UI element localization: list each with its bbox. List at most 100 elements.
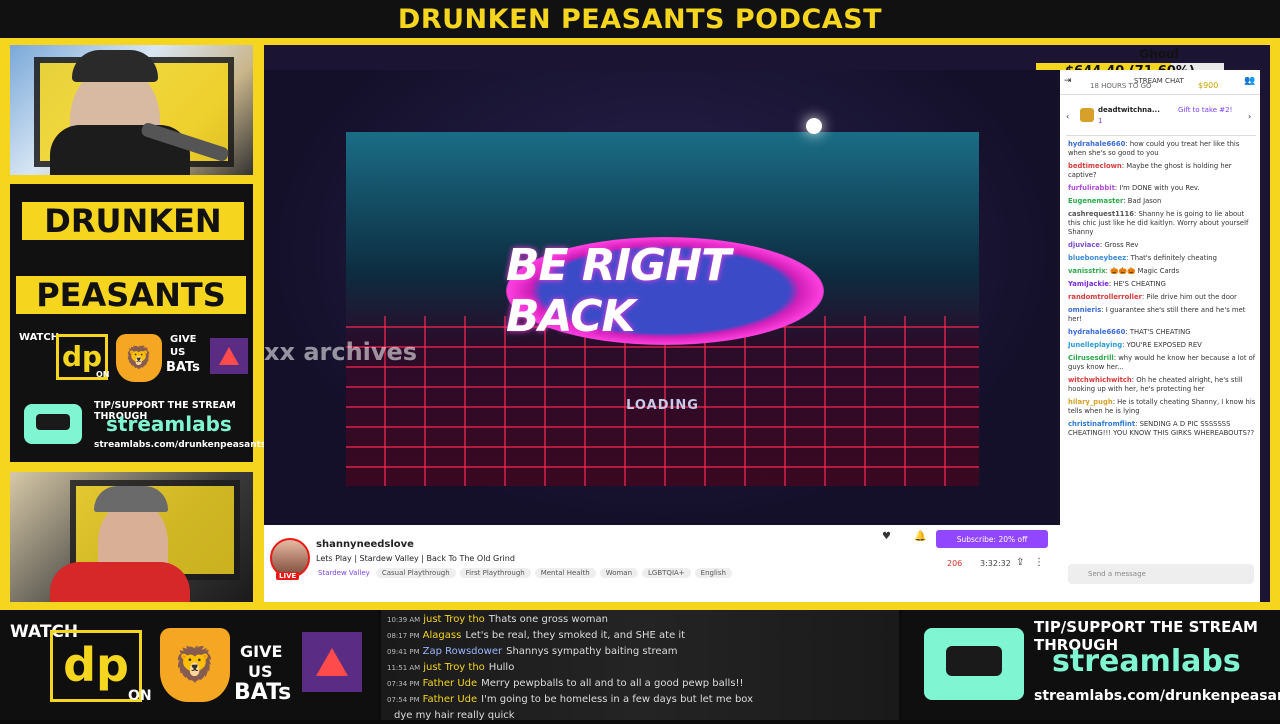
share-icon[interactable]: ⇪ — [1016, 557, 1024, 568]
chat-text: THAT'S CHEATING — [1129, 328, 1191, 336]
chat-username[interactable]: djuviace — [1068, 241, 1100, 249]
chat-input-placeholder: Send a message — [1088, 570, 1146, 578]
chat-text: Gross Rev — [1104, 241, 1139, 249]
bottom-bar: WATCH dp ON 🦁 GIVE US BATs 10:39 AM just … — [0, 610, 1280, 721]
streamlabs-url-large[interactable]: streamlabs.com/drunkenpeasants — [1034, 688, 1280, 704]
bottom-chat-text: Merry pewpballs to all and to all a good… — [481, 678, 744, 689]
chat-username[interactable]: YamiJackie — [1068, 280, 1109, 288]
chat-message: Junelleplaying: YOU'RE EXPOSED REV — [1068, 341, 1202, 349]
brb-badge: BE RIGHT BACK — [506, 237, 824, 345]
collapse-icon[interactable]: ⇥ — [1064, 74, 1072, 88]
webcam-host-1 — [10, 45, 253, 175]
goal-title: Ghoul — [1139, 47, 1179, 61]
chat-messages: hydrahale6660: how could you treat her l… — [1068, 140, 1256, 442]
chat-input[interactable]: Send a message — [1068, 564, 1254, 584]
on-label: ON — [96, 370, 110, 379]
chat-message: hydrahale6660: how could you treat her l… — [1068, 140, 1240, 157]
stream-info-bar: LIVE shannyneedslove Lets Play | Stardew… — [264, 525, 1060, 602]
chevron-left-icon[interactable]: ‹ — [1066, 112, 1069, 121]
more-icon[interactable]: ⋮ — [1034, 557, 1044, 568]
stream-player[interactable]: BE RIGHT BACK LOADING xx archives — [264, 70, 1060, 525]
goal-max: $900 — [1198, 81, 1219, 90]
streamlabs-wordmark: streamlabs — [106, 412, 232, 436]
pinned-user[interactable]: deadtwitchna... — [1098, 106, 1160, 114]
chat-username[interactable]: Cilrusesdrill — [1068, 354, 1114, 362]
chat-message: hydrahale6660: THAT'S CHEATING — [1068, 328, 1191, 336]
game-link[interactable]: Stardew Valley — [316, 568, 372, 578]
chat-username[interactable]: furfulirabbit — [1068, 184, 1115, 192]
bottom-chat-time: 07:34 PM — [387, 680, 420, 688]
tag[interactable]: First Playthrough — [459, 568, 531, 578]
chat-text: YOU'RE EXPOSED REV — [1126, 341, 1202, 349]
chat-message: randomtrollerroller: Pile drive him out … — [1068, 293, 1237, 301]
bottom-chat-row: 11:51 AM just Troy tho Hullo — [387, 660, 893, 676]
chat-username[interactable]: Eugenemaster — [1068, 197, 1123, 205]
chat-username[interactable]: hydrahale6660 — [1068, 328, 1125, 336]
bottom-chat-time: 08:17 PM — [387, 632, 420, 640]
bat-token-large-icon — [302, 632, 362, 692]
chat-username[interactable]: Junelleplaying — [1068, 341, 1122, 349]
chevron-right-icon[interactable]: › — [1248, 112, 1251, 121]
gift-label[interactable]: Gift to take #2! — [1178, 106, 1232, 114]
tag[interactable]: Casual Playthrough — [375, 568, 456, 578]
chat-username[interactable]: hydrahale6660 — [1068, 140, 1125, 148]
subscribe-button[interactable]: Subscribe: 20% off — [936, 530, 1048, 548]
bottom-chat-row: 07:34 PM Father Ude Merry pewpballs to all… — [387, 676, 893, 692]
chat-username[interactable]: bedtimeclown — [1068, 162, 1122, 170]
chat-username[interactable]: omnieris — [1068, 306, 1101, 314]
chat-message: witchwhichwitch: Oh he cheated alright, … — [1068, 376, 1243, 393]
gift-icon — [1080, 108, 1094, 122]
chat-username[interactable]: witchwhichwitch — [1068, 376, 1132, 384]
bottom-chat-user: just Troy tho — [423, 614, 485, 625]
us-label-large: US — [248, 662, 273, 681]
bottom-chat-text: Shannys sympathy baiting stream — [506, 646, 678, 657]
bottom-chat-row: 10:39 AM just Troy tho Thats one gross wom… — [387, 612, 893, 628]
title-bar: DRUNKEN PEASANTS PODCAST — [0, 0, 1280, 38]
chat-username[interactable]: hilary_pugh — [1068, 398, 1113, 406]
chat-message: YamiJackie: HE'S CHEATING — [1068, 280, 1166, 288]
chat-username[interactable]: vanisstrix — [1068, 267, 1106, 275]
streamlabs-large-icon — [924, 628, 1024, 700]
bottom-chat-user: Zap Rowsdower — [422, 646, 503, 657]
chat-text: That's definitely cheating — [1130, 254, 1217, 262]
chat-username[interactable]: cashrequest1116 — [1068, 210, 1134, 218]
bottom-chat-text: dye my hair really quick — [394, 710, 515, 721]
streamlabs-url[interactable]: streamlabs.com/drunkenpeasants — [94, 440, 266, 450]
bell-icon[interactable]: 🔔 — [914, 531, 926, 542]
tag[interactable]: English — [694, 568, 732, 578]
bottom-chat-row: 08:17 PM Alagass Let's be real, they smoke… — [387, 628, 893, 644]
page-title: DRUNKEN PEASANTS PODCAST — [397, 3, 883, 35]
bats-label: BATs — [166, 360, 200, 375]
heart-icon[interactable]: ♥ — [882, 531, 891, 542]
bats-label-large: BATs — [234, 680, 292, 705]
loading-text: LOADING — [626, 398, 699, 413]
chat-username[interactable]: christinafromflint — [1068, 420, 1135, 428]
brave-lion-icon: 🦁 — [116, 334, 162, 382]
chat-message: christinafromflint: SENDING A D PIC SSSS… — [1068, 420, 1255, 437]
tag[interactable]: Mental Health — [534, 568, 596, 578]
bottom-chat-text: Let's be real, they smoked it, and SHE a… — [465, 630, 686, 641]
chat-text: HE'S CHEATING — [1113, 280, 1166, 288]
chat-message: vanisstrix: 🎃🎃🎃 Magic Cards — [1068, 267, 1180, 275]
bottom-chat-time: 09:41 PM — [387, 648, 420, 656]
streamer-name[interactable]: shannyneedslove — [316, 539, 414, 550]
bottom-right-promo: TIP/SUPPORT THE STREAM THROUGH streamlab… — [902, 610, 1280, 720]
bottom-chat-row: dye my hair really quick — [387, 708, 893, 724]
tag[interactable]: LGBTQIA+ — [642, 568, 691, 578]
brave-lion-large-icon: 🦁 — [160, 628, 230, 702]
bottom-chat-user: Father Ude — [422, 694, 478, 705]
chat-message: Eugenemaster: Bad Jason — [1068, 197, 1162, 205]
pinned-bar: ‹ deadtwitchna... 1 Gift to take #2! › — [1066, 102, 1256, 136]
chat-username[interactable]: blueboneybeez — [1068, 254, 1126, 262]
bottom-chat-user: just Troy tho — [423, 662, 485, 673]
tag[interactable]: Woman — [599, 568, 639, 578]
chat-text: I'm DONE with you Rev. — [1119, 184, 1200, 192]
brb-text: BE RIGHT BACK — [506, 240, 731, 342]
users-icon[interactable]: 👥 — [1244, 74, 1255, 88]
stream-chat: ⇥ 18 HOURS TO GO STREAM CHAT $900 👥 ‹ de… — [1060, 70, 1260, 602]
streamlabs-icon — [24, 404, 82, 444]
streamlabs-wordmark-large: streamlabs — [1052, 644, 1241, 679]
bottom-chat-row: 07:54 PM Father Ude I'm going to be homele… — [387, 692, 893, 708]
bottom-chat-time: 11:51 AM — [387, 664, 421, 672]
chat-username[interactable]: randomtrollerroller — [1068, 293, 1142, 301]
